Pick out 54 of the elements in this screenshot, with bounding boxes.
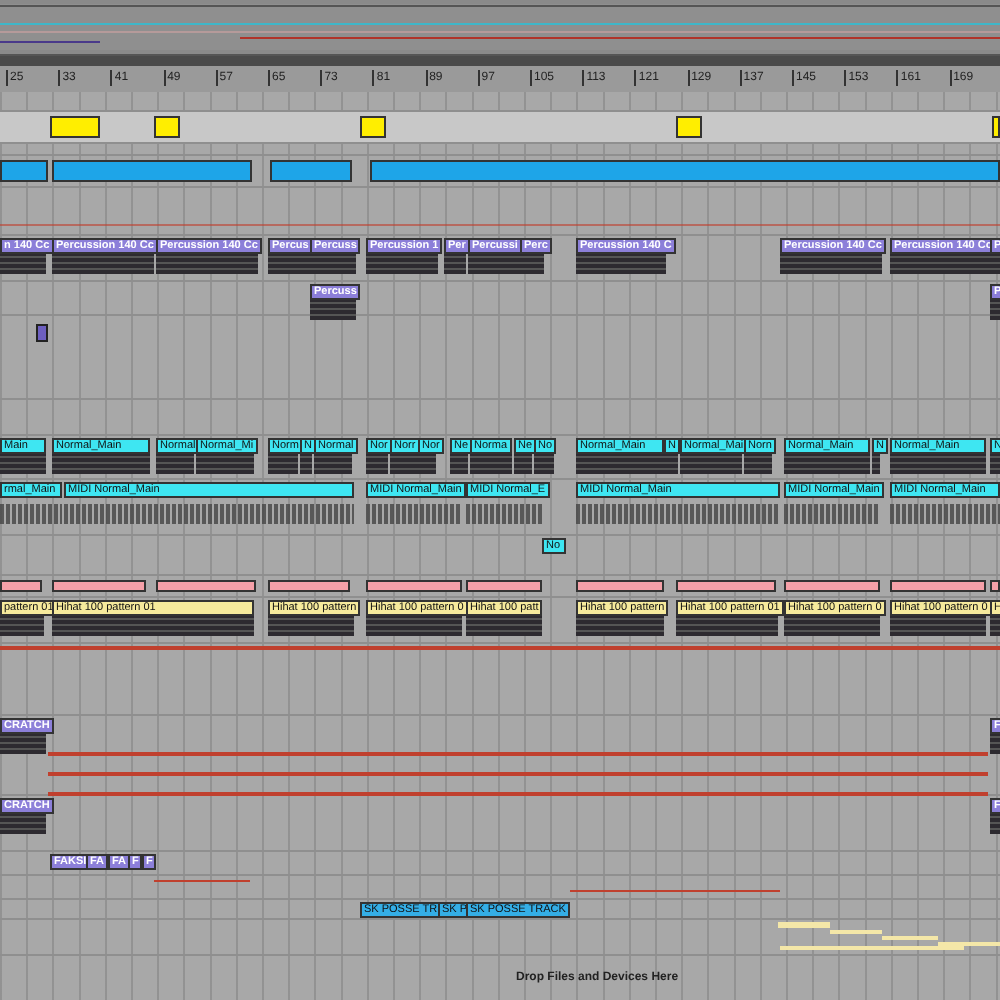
waveform	[990, 734, 1000, 754]
midi-notes-preview	[366, 504, 462, 524]
waveform	[890, 616, 986, 636]
waveform	[576, 616, 664, 636]
waveform	[784, 616, 880, 636]
waveform	[990, 300, 1000, 320]
waveform	[780, 254, 882, 274]
waveform	[0, 454, 46, 474]
waveform	[310, 300, 356, 320]
waveform	[268, 254, 310, 274]
clip[interactable]	[890, 580, 986, 592]
clip[interactable]	[784, 580, 880, 592]
waveform	[366, 254, 438, 274]
midi-notes-preview	[890, 504, 1000, 524]
waveform	[990, 454, 1000, 474]
clip[interactable]	[52, 580, 146, 592]
waveform	[310, 254, 356, 274]
clip[interactable]	[360, 116, 386, 138]
clip[interactable]	[676, 116, 702, 138]
clip[interactable]	[466, 580, 542, 592]
clip[interactable]	[992, 116, 1000, 138]
waveform	[990, 814, 1000, 834]
waveform	[52, 254, 154, 274]
waveform	[52, 454, 150, 474]
waveform	[890, 454, 986, 474]
clip[interactable]	[50, 116, 100, 138]
waveform	[576, 254, 666, 274]
waveform	[466, 616, 542, 636]
clip[interactable]	[270, 160, 352, 182]
clip[interactable]	[676, 580, 776, 592]
waveform	[0, 814, 46, 834]
clip[interactable]	[0, 160, 48, 182]
clip[interactable]	[156, 580, 256, 592]
waveform	[0, 734, 46, 754]
clip[interactable]	[52, 160, 252, 182]
clip[interactable]	[576, 580, 664, 592]
clip[interactable]	[36, 324, 48, 342]
midi-notes-preview	[466, 504, 542, 524]
clip[interactable]	[990, 580, 1000, 592]
waveform	[676, 616, 778, 636]
waveform	[990, 616, 1000, 636]
clip[interactable]	[366, 580, 462, 592]
midi-notes-preview	[784, 504, 880, 524]
waveform	[268, 616, 354, 636]
waveform	[366, 616, 462, 636]
waveform	[0, 254, 46, 274]
clip[interactable]	[268, 580, 350, 592]
waveform	[0, 616, 44, 636]
clip[interactable]	[154, 116, 180, 138]
clip[interactable]	[370, 160, 1000, 182]
clip[interactable]	[0, 580, 42, 592]
waveform	[366, 454, 388, 474]
automation-line	[154, 880, 250, 882]
waveform	[156, 254, 258, 274]
